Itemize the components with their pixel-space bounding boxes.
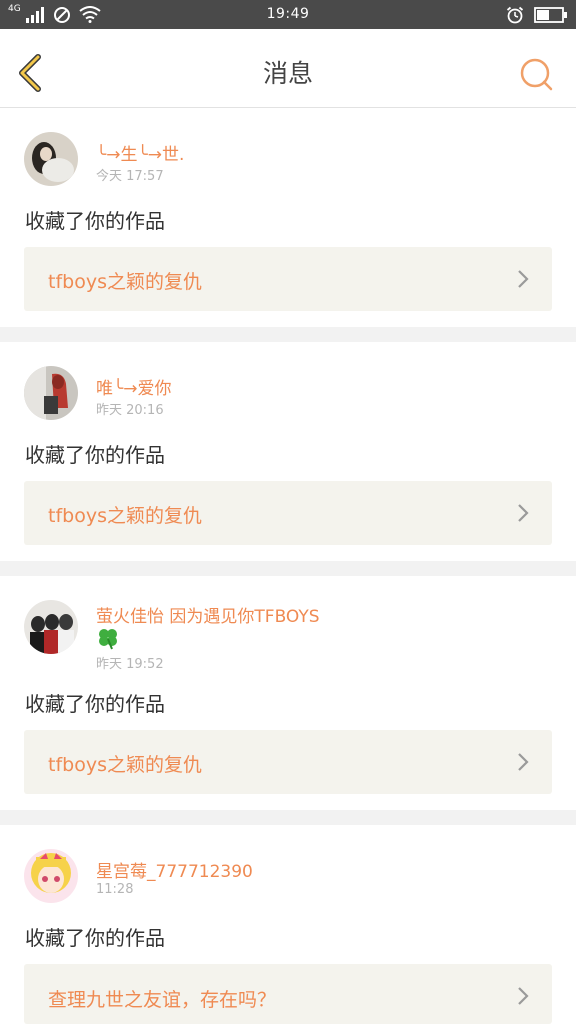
user-name[interactable]: 星宫莓_777712390 [96, 857, 253, 882]
message-time: 11:28 [96, 882, 134, 897]
work-link[interactable]: tfboys之颖的复仇 [24, 247, 552, 311]
battery-icon [534, 6, 567, 23]
message-text: 收藏了你的作品 [25, 443, 165, 467]
status-time: 19:49 [266, 6, 310, 22]
message-time: 昨天 19:52 [96, 657, 164, 672]
user-name[interactable]: 萤火佳怡 因为遇见你TFBOYS [96, 602, 320, 627]
search-icon[interactable] [518, 56, 554, 92]
header-bar: 消息 [0, 29, 576, 108]
avatar[interactable] [24, 132, 78, 186]
work-title: tfboys之颖的复仇 [48, 505, 202, 527]
user-name[interactable]: 唯╰→爱你 [96, 374, 171, 399]
user-name[interactable]: ╰→生╰→世. [96, 140, 184, 165]
message-text: 收藏了你的作品 [25, 926, 165, 950]
chevron-right-icon [518, 270, 529, 288]
avatar[interactable] [24, 849, 78, 903]
work-link[interactable]: tfboys之颖的复仇 [24, 730, 552, 794]
page-title: 消息 [262, 59, 313, 88]
chevron-right-icon [518, 504, 529, 522]
avatar[interactable] [24, 600, 78, 654]
message-text: 收藏了你的作品 [25, 209, 165, 233]
work-title: 查理九世之友谊，存在吗？ [48, 989, 277, 1011]
clover-icon [99, 629, 117, 650]
message-card: 唯╰→爱你 昨天 20:16 收藏了你的作品 tfboys之颖的复仇 [0, 342, 576, 561]
alarm-icon [506, 6, 524, 23]
work-title: tfboys之颖的复仇 [48, 754, 202, 776]
work-link[interactable]: tfboys之颖的复仇 [24, 481, 552, 545]
message-card: 萤火佳怡 因为遇见你TFBOYS 昨天 19:52 收藏了你的作品 tfboys… [0, 576, 576, 810]
message-card: ╰→生╰→世. 今天 17:57 收藏了你的作品 tfboys之颖的复仇 [0, 108, 576, 327]
message-text: 收藏了你的作品 [25, 692, 165, 716]
work-title: tfboys之颖的复仇 [48, 271, 202, 293]
chevron-right-icon [518, 987, 529, 1005]
message-card: 星宫莓_777712390 11:28 收藏了你的作品 查理九世之友谊，存在吗？ [0, 825, 576, 1024]
message-time: 今天 17:57 [96, 169, 164, 184]
work-link[interactable]: 查理九世之友谊，存在吗？ [24, 964, 552, 1024]
avatar[interactable] [24, 366, 78, 420]
message-time: 昨天 20:16 [96, 403, 164, 418]
chevron-right-icon [518, 753, 529, 771]
status-bar: 4G 19:49 [0, 0, 576, 29]
